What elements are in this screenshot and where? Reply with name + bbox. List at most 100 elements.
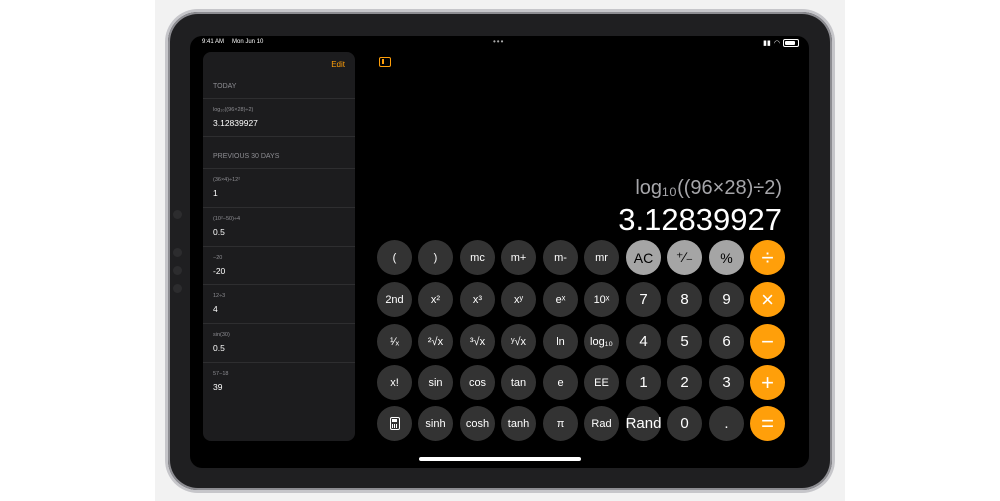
add-button[interactable]: + <box>750 365 785 400</box>
digit-1-button[interactable]: 1 <box>626 365 661 400</box>
key-label: 9 <box>722 291 731 308</box>
key-label: = <box>761 410 774 436</box>
square-button[interactable]: x² <box>418 282 453 317</box>
key-label: AC <box>633 249 654 266</box>
second-button[interactable]: 2nd <box>377 282 412 317</box>
sidebar-toggle-icon[interactable] <box>379 57 391 67</box>
digit-8-button[interactable]: 8 <box>667 282 702 317</box>
key-label: ( <box>392 251 397 264</box>
decimal-button[interactable]: . <box>709 406 744 441</box>
key-label: . <box>724 415 729 432</box>
history-expression: (36×4)÷12² <box>213 177 241 183</box>
digit-5-button[interactable]: 5 <box>667 324 702 359</box>
key-label: eˣ <box>555 293 566 306</box>
hyperbolic-cosine-button[interactable]: cosh <box>460 406 495 441</box>
memory-subtract-button[interactable]: m- <box>543 240 578 275</box>
history-item[interactable]: −20 -20 <box>203 246 355 285</box>
key-label: ¹∕ₓ <box>389 335 400 348</box>
history-item[interactable]: log₁₀((96×28)÷2) 3.12839927 <box>203 98 355 137</box>
pi-button[interactable]: π <box>543 406 578 441</box>
key-label: 8 <box>680 291 689 308</box>
key-label: ³√x <box>469 335 486 348</box>
plus-minus-button[interactable]: ⁺∕₋ <box>667 240 702 275</box>
battery-icon <box>783 39 799 47</box>
close-paren-button[interactable]: ) <box>418 240 453 275</box>
background-left <box>0 0 155 501</box>
history-panel: Edit TODAY log₁₀((96×28)÷2) 3.12839927 P… <box>203 52 355 441</box>
cosine-button[interactable]: cos <box>460 365 495 400</box>
hyperbolic-tangent-button[interactable]: tanh <box>501 406 536 441</box>
key-label: 0 <box>680 415 689 432</box>
edit-button[interactable]: Edit <box>331 60 345 69</box>
memory-add-button[interactable]: m+ <box>501 240 536 275</box>
power-button[interactable]: xʸ <box>501 282 536 317</box>
log-base-10-button[interactable]: log₁₀ <box>584 324 619 359</box>
history-item[interactable]: (36×4)÷12² 1 <box>203 168 355 207</box>
subtract-button[interactable]: − <box>750 324 785 359</box>
calculator-icon <box>389 417 400 430</box>
key-label: ÷ <box>761 244 774 270</box>
hyperbolic-sine-button[interactable]: sinh <box>418 406 453 441</box>
key-label: ) <box>433 251 438 264</box>
memory-recall-button[interactable]: mr <box>584 240 619 275</box>
euler-button[interactable]: e <box>543 365 578 400</box>
background-right <box>845 0 1000 501</box>
history-item[interactable]: (10²−50)÷4 0.5 <box>203 207 355 246</box>
cube-root-button[interactable]: ³√x <box>460 324 495 359</box>
exponent-button[interactable]: EE <box>584 365 619 400</box>
sine-button[interactable]: sin <box>418 365 453 400</box>
y-root-button[interactable]: ʸ√x <box>501 324 536 359</box>
wifi-icon: ◠ <box>773 40 780 47</box>
section-previous: PREVIOUS 30 DAYS <box>213 153 280 160</box>
key-label: e <box>557 376 564 389</box>
history-result: -20 <box>213 266 226 276</box>
multitasking-dots-icon[interactable]: ••• <box>493 37 504 46</box>
history-item[interactable]: sin(30) 0.5 <box>203 323 355 362</box>
digit-3-button[interactable]: 3 <box>709 365 744 400</box>
side-sensor <box>173 248 182 257</box>
divide-button[interactable]: ÷ <box>750 240 785 275</box>
tangent-button[interactable]: tan <box>501 365 536 400</box>
history-result: 1 <box>213 188 218 198</box>
key-label: tan <box>510 376 527 389</box>
reciprocal-button[interactable]: ¹∕ₓ <box>377 324 412 359</box>
home-indicator[interactable] <box>419 457 581 461</box>
history-item[interactable]: 12÷3 4 <box>203 284 355 323</box>
side-sensor <box>173 284 182 293</box>
key-label: 4 <box>639 333 648 350</box>
key-label: cosh <box>465 417 490 430</box>
digit-6-button[interactable]: 6 <box>709 324 744 359</box>
natural-log-button[interactable]: ln <box>543 324 578 359</box>
digit-2-button[interactable]: 2 <box>667 365 702 400</box>
key-label: xʸ <box>513 293 524 306</box>
digit-7-button[interactable]: 7 <box>626 282 661 317</box>
radians-button[interactable]: Rad <box>584 406 619 441</box>
factorial-button[interactable]: x! <box>377 365 412 400</box>
all-clear-button[interactable]: AC <box>626 240 661 275</box>
e-power-button[interactable]: eˣ <box>543 282 578 317</box>
history-item[interactable]: 57−18 39 <box>203 362 355 401</box>
open-paren-button[interactable]: ( <box>377 240 412 275</box>
side-sensor <box>173 210 182 219</box>
key-label: cos <box>468 376 487 389</box>
history-result: 39 <box>213 382 223 392</box>
key-label: EE <box>594 376 609 389</box>
equals-button[interactable]: = <box>750 406 785 441</box>
memory-clear-button[interactable]: mc <box>460 240 495 275</box>
digit-9-button[interactable]: 9 <box>709 282 744 317</box>
square-root-button[interactable]: ²√x <box>418 324 453 359</box>
key-label: − <box>761 328 774 354</box>
percent-button[interactable]: % <box>709 240 744 275</box>
key-label: π <box>556 417 565 430</box>
digit-0-button[interactable]: 0 <box>667 406 702 441</box>
cube-button[interactable]: x³ <box>460 282 495 317</box>
result-display: 3.12839927 <box>618 202 782 237</box>
calculator-mode-button[interactable] <box>377 406 412 441</box>
random-button[interactable]: Rand <box>626 406 661 441</box>
key-label: ²√x <box>427 335 444 348</box>
multiply-button[interactable]: × <box>750 282 785 317</box>
digit-4-button[interactable]: 4 <box>626 324 661 359</box>
key-label: m- <box>554 251 567 264</box>
key-label: + <box>761 369 774 395</box>
ten-power-button[interactable]: 10ˣ <box>584 282 619 317</box>
